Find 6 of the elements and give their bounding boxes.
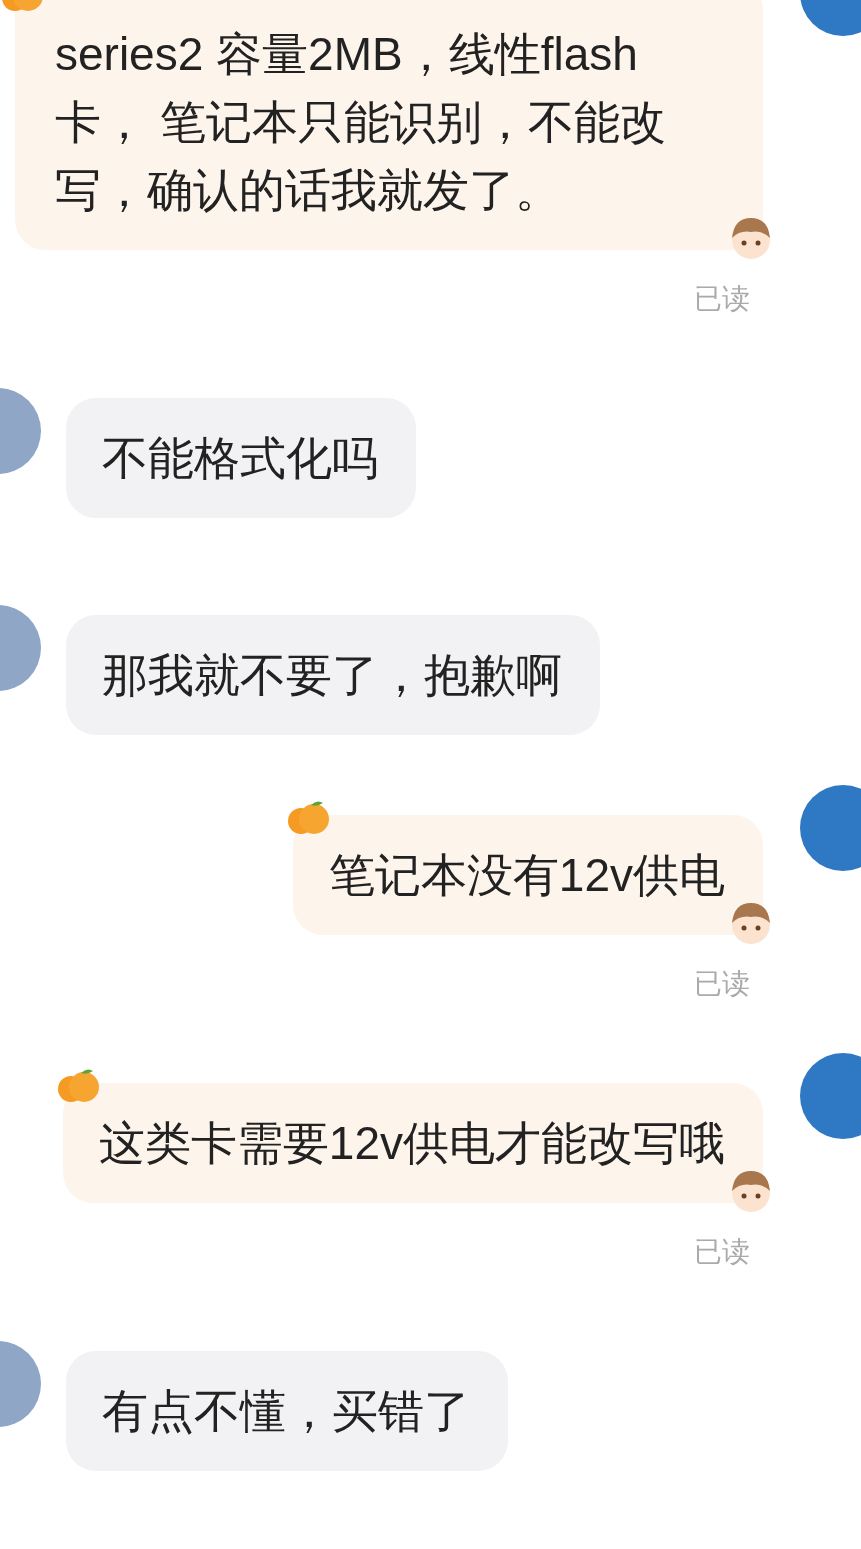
read-receipt: 已读 — [694, 967, 750, 1001]
message-bubble: 有点不懂，买错了 — [66, 1351, 508, 1471]
message-bubble: 不能格式化吗 — [66, 398, 416, 518]
message-bubble: 那我就不要了，抱歉啊 — [66, 615, 600, 735]
read-receipt: 已读 — [694, 282, 750, 316]
read-receipt: 已读 — [694, 1235, 750, 1269]
